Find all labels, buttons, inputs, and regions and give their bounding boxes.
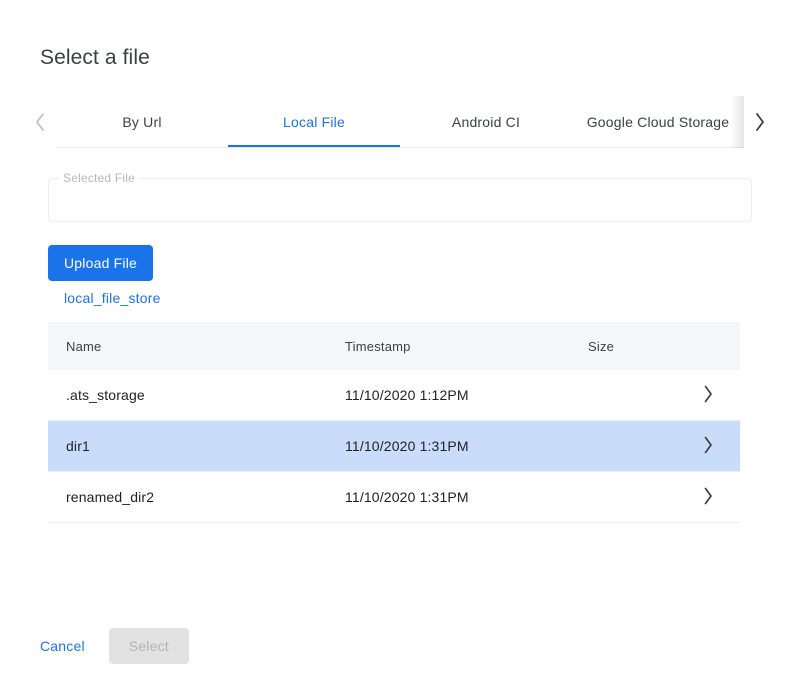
cell-timestamp: 11/10/2020 1:31PM xyxy=(345,438,588,454)
cell-name: dir1 xyxy=(48,438,345,454)
selected-file-input[interactable] xyxy=(49,179,751,221)
row-open-button[interactable] xyxy=(676,486,740,509)
tab-bar: By Url Local File Android CI Google Clou… xyxy=(24,96,776,148)
table-row[interactable]: renamed_dir2 11/10/2020 1:31PM xyxy=(48,472,740,522)
tab-bar-divider xyxy=(24,147,776,148)
cell-timestamp: 11/10/2020 1:31PM xyxy=(345,489,588,505)
tab-label: By Url xyxy=(122,114,161,130)
table-row[interactable]: .ats_storage 11/10/2020 1:12PM xyxy=(48,370,740,420)
file-table: Name Timestamp Size .ats_storage 11/10/2… xyxy=(48,322,740,523)
tabs-scroll-next-button[interactable] xyxy=(744,96,776,148)
row-open-button[interactable] xyxy=(676,435,740,458)
column-header-size: Size xyxy=(588,339,676,354)
chevron-right-icon xyxy=(702,435,714,458)
row-open-button[interactable] xyxy=(676,384,740,407)
chevron-right-icon xyxy=(753,111,767,133)
chevron-right-icon xyxy=(702,486,714,509)
tab-label: Google Cloud Storage xyxy=(587,114,730,130)
dialog-actions: Cancel Select xyxy=(24,628,189,664)
tabs-scroll-prev-button[interactable] xyxy=(24,96,56,148)
column-header-name: Name xyxy=(48,339,345,354)
tab-android-ci[interactable]: Android CI xyxy=(400,96,572,148)
selected-file-field[interactable]: Selected File xyxy=(48,178,752,222)
tab-local-file[interactable]: Local File xyxy=(228,96,400,148)
column-header-timestamp: Timestamp xyxy=(345,339,588,354)
tab-label: Android CI xyxy=(452,114,520,130)
tab-strip: By Url Local File Android CI Google Clou… xyxy=(56,96,744,148)
chevron-right-icon xyxy=(702,384,714,407)
breadcrumb[interactable]: local_file_store xyxy=(64,290,161,306)
cell-timestamp: 11/10/2020 1:12PM xyxy=(345,387,588,403)
page-title: Select a file xyxy=(40,44,150,72)
table-header-row: Name Timestamp Size xyxy=(48,322,740,370)
upload-file-button[interactable]: Upload File xyxy=(48,245,153,281)
tab-label: Local File xyxy=(283,114,345,130)
select-button[interactable]: Select xyxy=(109,628,189,664)
table-bottom-divider xyxy=(48,522,740,523)
select-file-dialog: Select a file By Url Local File Android … xyxy=(0,0,800,686)
cell-name: renamed_dir2 xyxy=(48,489,345,505)
tab-google-cloud-storage[interactable]: Google Cloud Storage xyxy=(572,96,744,148)
chevron-left-icon xyxy=(33,111,47,133)
cell-name: .ats_storage xyxy=(48,387,345,403)
tab-by-url[interactable]: By Url xyxy=(56,96,228,148)
cancel-button[interactable]: Cancel xyxy=(24,628,101,664)
table-row[interactable]: dir1 11/10/2020 1:31PM xyxy=(48,421,740,471)
